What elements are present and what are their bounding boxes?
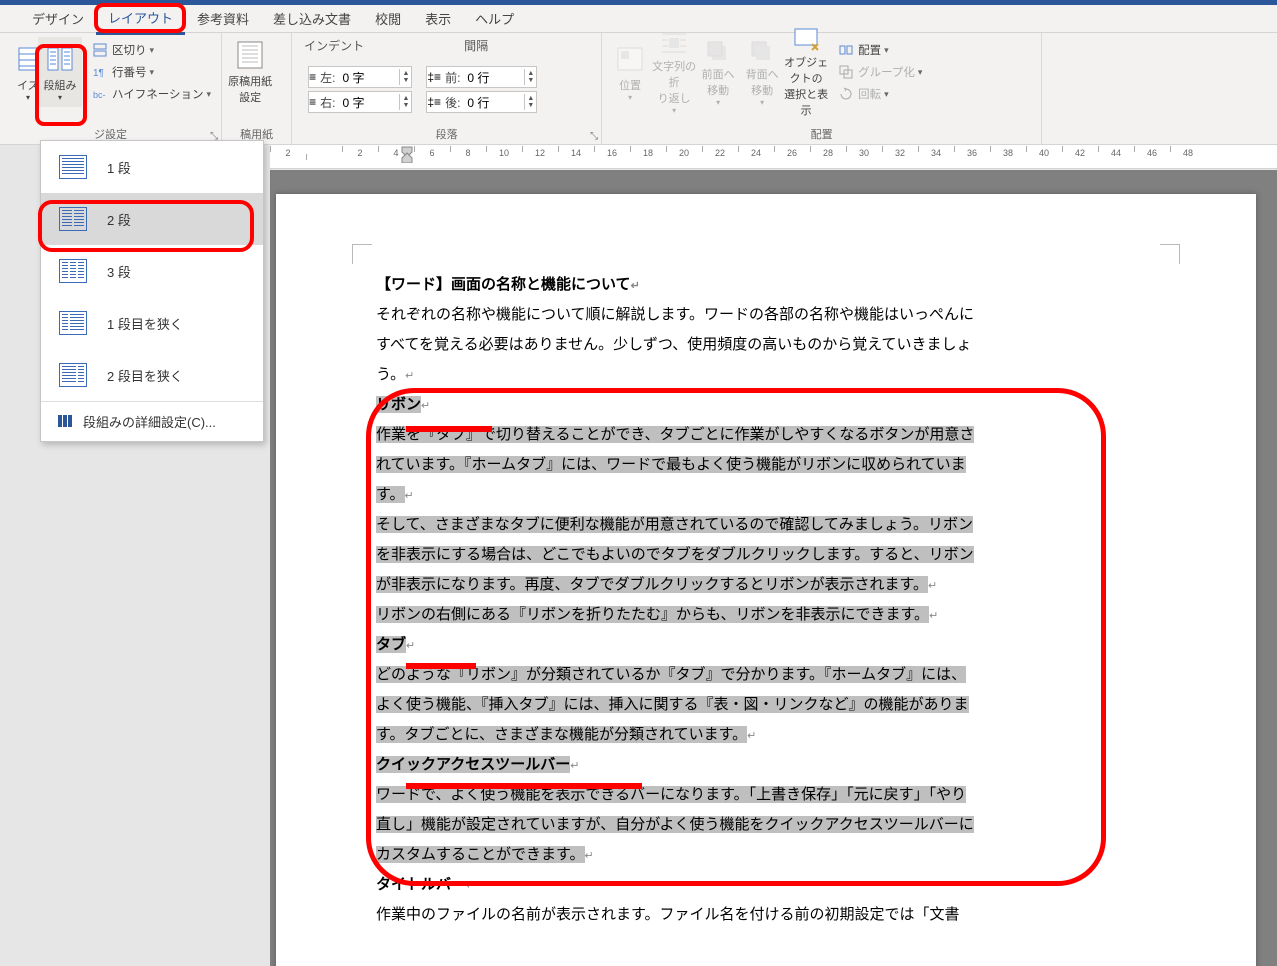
heading-tab: タブ	[376, 636, 406, 653]
group-button: グループ化	[834, 61, 926, 83]
position-button: 位置 ▾	[608, 37, 652, 107]
arrange-group-label: 配置	[608, 123, 1035, 142]
columns-option-left[interactable]: 1 段目を狭く	[41, 297, 263, 349]
indent-left-icon: ≡	[309, 70, 316, 84]
heading-titlebar: タイトルバー	[376, 876, 466, 893]
line-numbers-icon: 1¶	[92, 64, 108, 80]
align-button[interactable]: 配置	[834, 39, 926, 61]
wrap-text-button: 文字列の折 り返し ▾	[652, 37, 696, 107]
page: 【ワード】画面の名称と機能について それぞれの名称や機能について順に解説します。…	[276, 194, 1256, 966]
svg-text:1¶: 1¶	[93, 68, 104, 79]
hyphenation-icon: bc-	[92, 86, 108, 102]
size-label: イズ	[17, 77, 38, 93]
indent-marker[interactable]	[400, 145, 414, 163]
columns-icon	[44, 43, 76, 75]
breaks-icon	[92, 42, 108, 58]
group-icon	[838, 64, 854, 80]
indent-right-icon: ≡	[309, 95, 316, 109]
selection-pane-icon	[790, 26, 822, 52]
columns-label: 段組み	[44, 77, 77, 93]
wrap-text-icon	[658, 30, 690, 56]
tab-design[interactable]: デザイン	[20, 4, 96, 33]
ribbon: イズ ▾ 段組み ▾ 区切り	[0, 33, 1277, 145]
columns-2-icon	[59, 207, 87, 231]
tab-mailings[interactable]: 差し込み文書	[261, 4, 363, 33]
tab-review[interactable]: 校閲	[363, 4, 413, 33]
rotate-button: 回転	[834, 83, 926, 105]
heading-ribbon: リボン	[376, 396, 421, 413]
columns-option-3[interactable]: 3 段	[41, 245, 263, 297]
heading-qat: クイックアクセスツールバー	[376, 756, 570, 773]
manuscript-paper-button[interactable]: 原稿用紙 設定	[228, 37, 272, 107]
tab-view[interactable]: 表示	[413, 4, 463, 33]
columns-more-icon	[57, 414, 73, 430]
send-backward-button: 背面へ 移動 ▾	[740, 37, 784, 107]
selection-pane-button[interactable]: オブジェクトの 選択と表示	[784, 37, 828, 107]
paragraph-group-label: 段落	[298, 123, 595, 142]
space-before-input[interactable]: ‡≡ 前: 0 行 ▲▼	[426, 66, 537, 88]
tab-help[interactable]: ヘルプ	[463, 4, 526, 33]
size-button[interactable]: イズ ▾	[6, 37, 38, 107]
columns-3-icon	[59, 259, 87, 283]
space-after-input[interactable]: ‡≡ 後: 0 行 ▲▼	[426, 91, 537, 113]
columns-option-1[interactable]: 1 段	[41, 141, 263, 193]
position-icon	[614, 43, 646, 75]
columns-1-icon	[59, 155, 87, 179]
columns-button[interactable]: 段組み ▾	[38, 37, 82, 107]
indent-right-input[interactable]: ≡ 右: 0 字 ▲▼	[308, 91, 412, 113]
columns-more-settings[interactable]: 段組みの詳細設定(C)...	[41, 402, 263, 441]
rotate-icon	[838, 86, 854, 102]
columns-option-2[interactable]: 2 段	[41, 193, 263, 245]
breaks-button[interactable]: 区切り	[88, 39, 215, 61]
space-before-icon: ‡≡	[427, 70, 441, 84]
svg-text:bc-: bc-	[93, 90, 106, 100]
manuscript-icon	[234, 39, 266, 71]
horizontal-ruler[interactable]: 2246810121416182022242628303234363840424…	[270, 145, 1277, 169]
line-numbers-button[interactable]: 1¶ 行番号	[88, 61, 215, 83]
tab-references[interactable]: 参考資料	[185, 4, 261, 33]
bring-forward-icon	[702, 37, 734, 64]
indent-header: インデント	[304, 37, 364, 56]
indent-left-input[interactable]: ≡ 左: 0 字 ▲▼	[308, 66, 412, 88]
columns-option-right[interactable]: 2 段目を狭く	[41, 349, 263, 401]
tab-layout[interactable]: レイアウト	[96, 3, 185, 35]
hyphenation-button[interactable]: bc- ハイフネーション	[88, 83, 215, 105]
document-area[interactable]: 【ワード】画面の名称と機能について それぞれの名称や機能について順に解説します。…	[270, 170, 1277, 966]
spinner-arrows[interactable]: ▲▼	[399, 69, 411, 85]
columns-right-icon	[59, 363, 87, 387]
doc-title: 【ワード】画面の名称と機能について	[376, 276, 631, 293]
align-icon	[838, 42, 854, 58]
columns-dropdown: 1 段 2 段 3 段 1 段目を狭く 2 段目を狭く 段組みの詳細設定(C).…	[40, 140, 264, 442]
spacing-header: 間隔	[464, 37, 488, 56]
bring-forward-button: 前面へ 移動 ▾	[696, 37, 740, 107]
paragraph-launcher[interactable]: ⤡	[590, 131, 598, 142]
ribbon-tabs: デザイン レイアウト 参考資料 差し込み文書 校閲 表示 ヘルプ	[0, 5, 1277, 33]
space-after-icon: ‡≡	[427, 95, 441, 109]
columns-left-icon	[59, 311, 87, 335]
send-backward-icon	[746, 37, 778, 64]
